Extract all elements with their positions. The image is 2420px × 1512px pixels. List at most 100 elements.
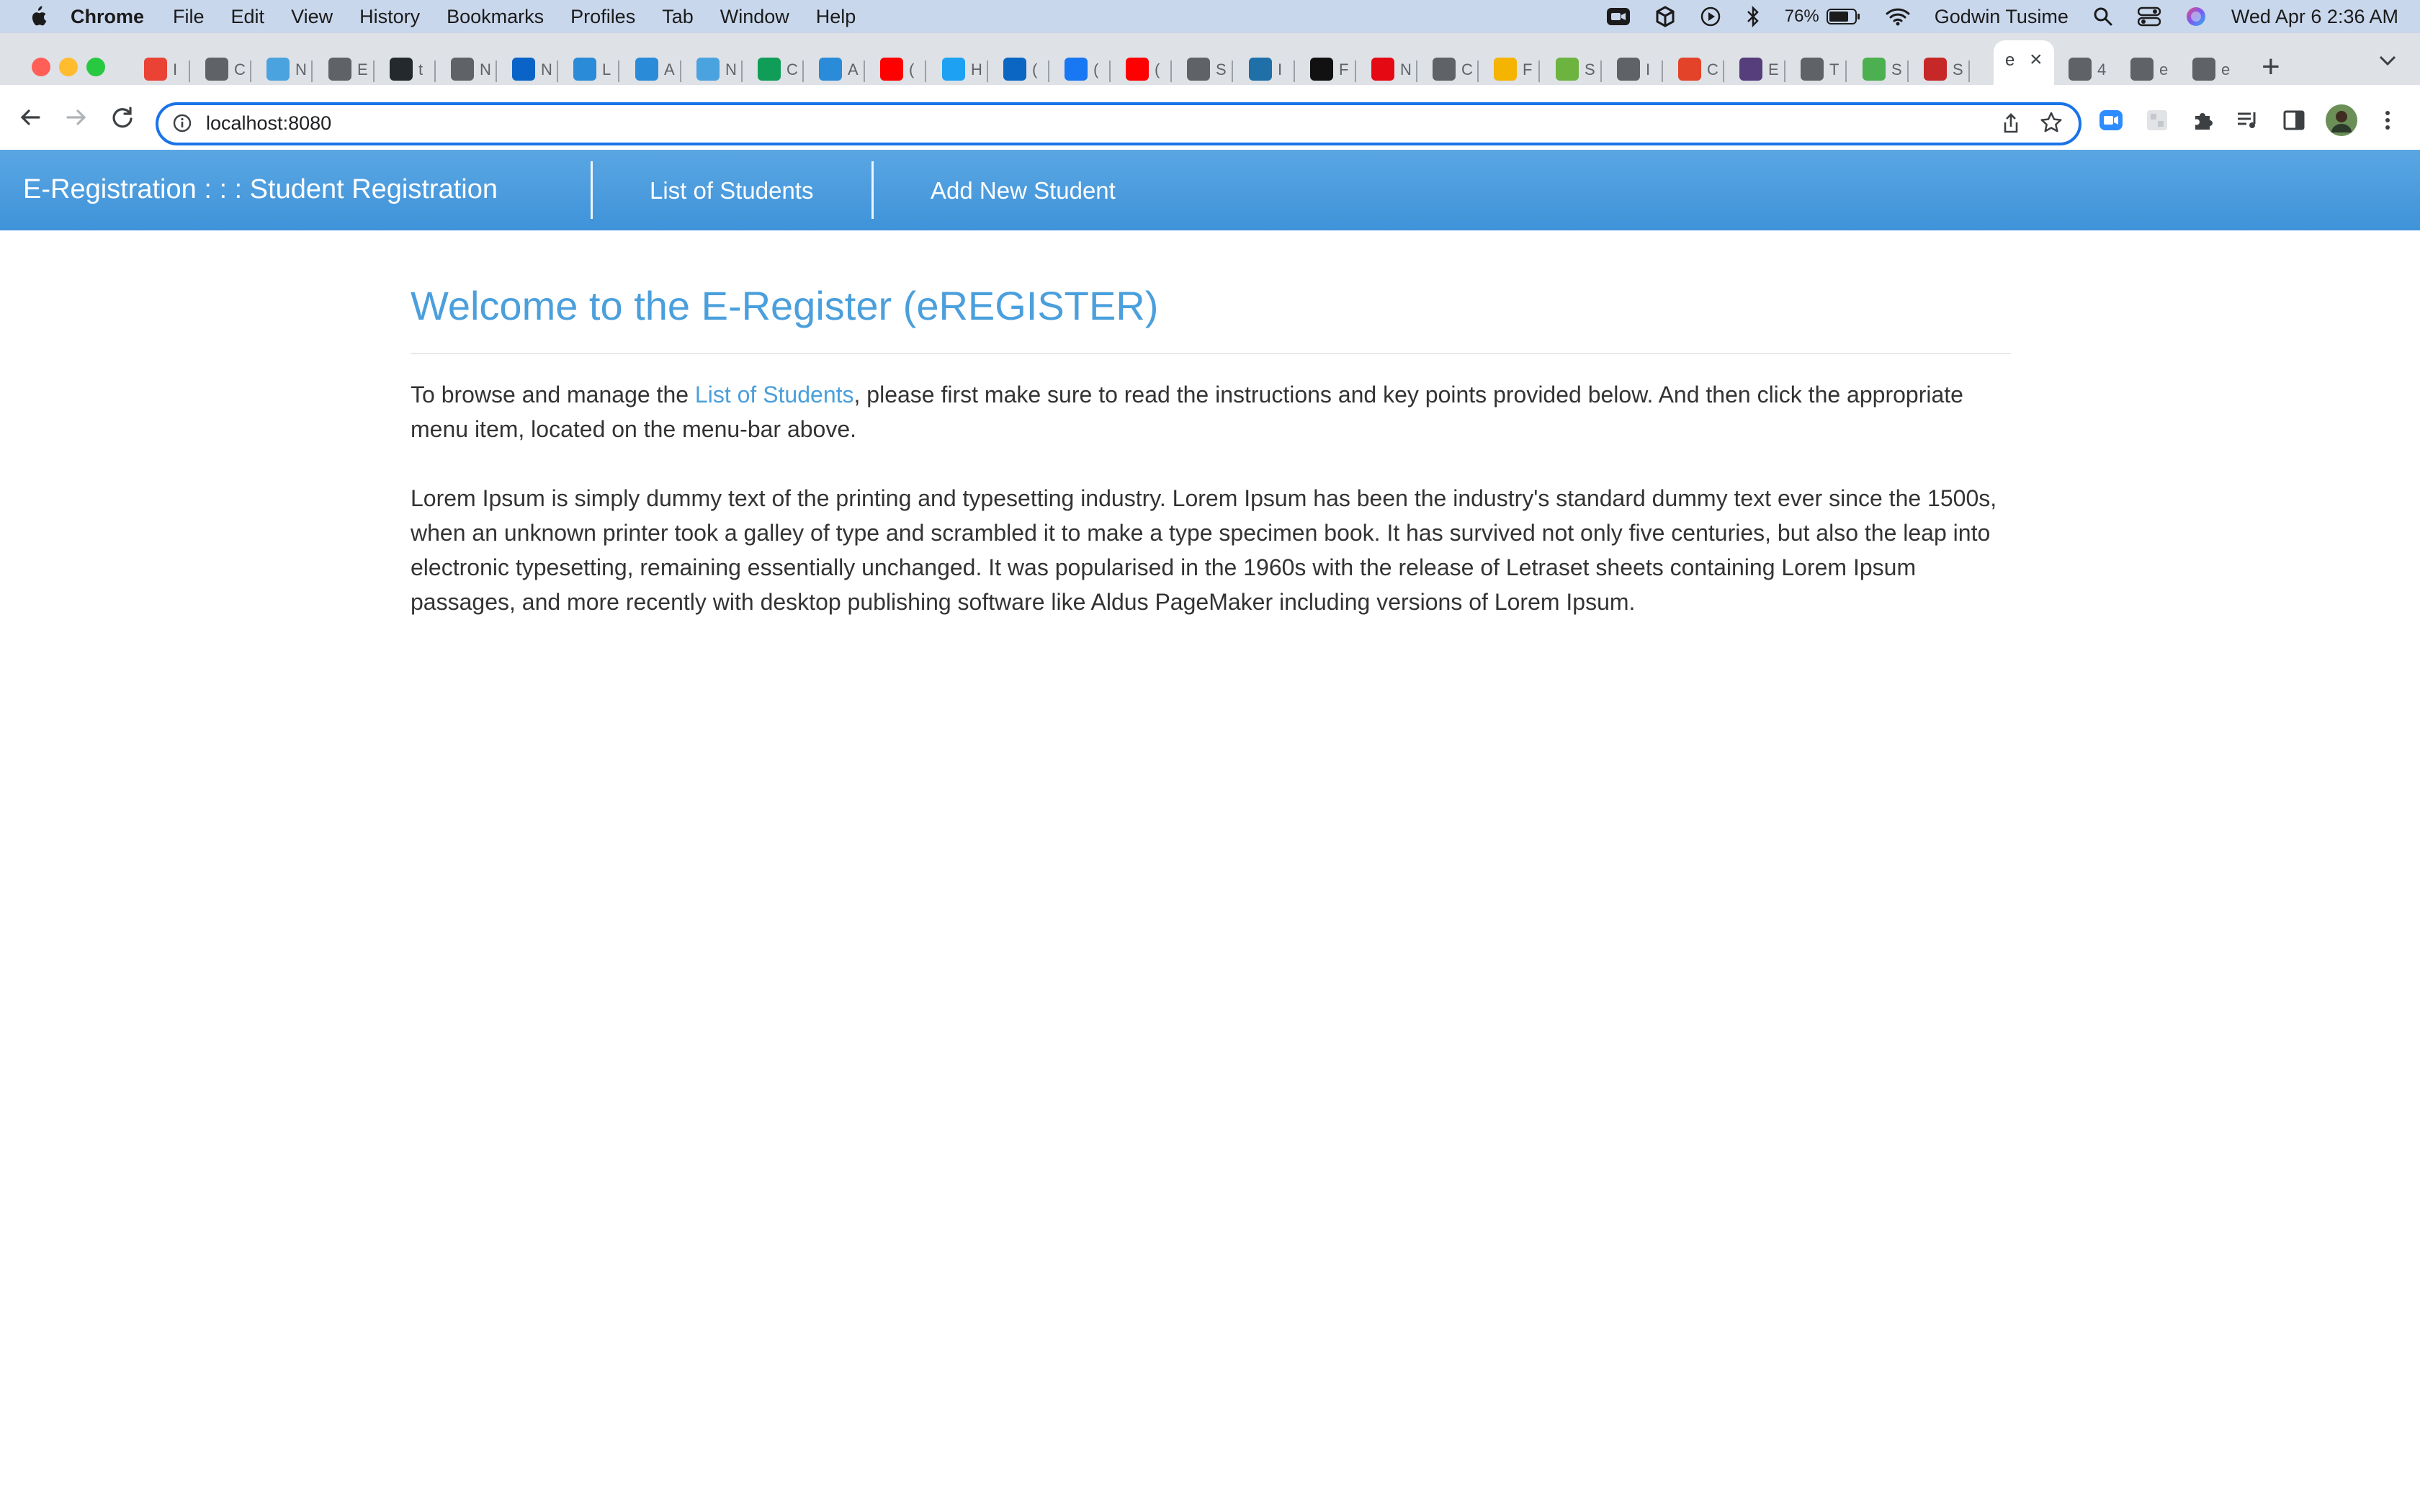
share-icon[interactable] [2001, 112, 2021, 138]
tab-title[interactable]: ( [1032, 60, 1037, 79]
close-window-button[interactable] [32, 58, 50, 76]
tab-title[interactable]: N [295, 60, 307, 79]
app-icon[interactable] [1924, 58, 1947, 81]
battery-icon[interactable] [1826, 8, 1861, 25]
globe-icon[interactable] [1617, 58, 1640, 81]
tab-title[interactable]: I [1278, 60, 1282, 79]
globe-icon[interactable] [2069, 58, 2092, 81]
netflix-icon[interactable] [1371, 58, 1394, 81]
tab-title[interactable]: t [418, 60, 423, 79]
tab-title[interactable]: E [357, 60, 368, 79]
forward-arrow-icon[interactable] [63, 104, 89, 130]
gmail-icon[interactable] [144, 58, 167, 81]
active-tab[interactable]: e × [1994, 40, 2054, 85]
tab-title[interactable]: e [2159, 60, 2168, 79]
tab-title[interactable]: T [1829, 60, 1839, 79]
globe-icon[interactable] [1801, 58, 1824, 81]
tab-title[interactable]: S [1216, 60, 1227, 79]
back-arrow-icon[interactable] [17, 104, 43, 130]
siri-icon[interactable] [2185, 6, 2207, 27]
globe-icon[interactable] [205, 58, 228, 81]
navbar-brand[interactable]: E-Registration : : : Student Registratio… [23, 174, 498, 205]
g-icon[interactable] [1494, 58, 1517, 81]
cube-icon[interactable] [1655, 6, 1675, 27]
new-tab-button[interactable]: + [2262, 49, 2280, 85]
bookmark-star-icon[interactable] [2040, 111, 2063, 138]
globe-icon[interactable] [1187, 58, 1210, 81]
menu-bookmarks[interactable]: Bookmarks [447, 6, 544, 28]
app-icon[interactable] [635, 58, 658, 81]
tab-title[interactable]: I [173, 60, 177, 79]
tab-title[interactable]: N [480, 60, 491, 79]
tab-title[interactable]: ( [1093, 60, 1098, 79]
tab-title[interactable]: C [786, 60, 798, 79]
youtube-icon[interactable] [1126, 58, 1149, 81]
menu-window[interactable]: Window [720, 6, 789, 28]
tab-title[interactable]: F [1523, 60, 1532, 79]
bootstrap-icon[interactable] [1739, 58, 1762, 81]
tab-search-chevron-icon[interactable] [2378, 55, 2397, 70]
video-icon[interactable] [1249, 58, 1272, 81]
spotlight-search-icon[interactable] [2093, 6, 2113, 27]
globe-icon[interactable] [328, 58, 351, 81]
play-circle-icon[interactable] [1700, 6, 1721, 27]
github-icon[interactable] [390, 58, 413, 81]
tab-title[interactable]: S [1953, 60, 1963, 79]
side-panel-icon[interactable] [2282, 108, 2306, 132]
menu-edit[interactable]: Edit [231, 6, 265, 28]
wifi-icon[interactable] [1886, 7, 1910, 26]
reload-icon[interactable] [109, 104, 135, 130]
list-of-students-link[interactable]: List of Students [695, 382, 854, 408]
profile-avatar[interactable] [2325, 104, 2358, 137]
app-icon[interactable] [573, 58, 596, 81]
menu-history[interactable]: History [359, 6, 420, 28]
menu-profiles[interactable]: Profiles [570, 6, 635, 28]
zoom-extension-icon[interactable] [2099, 108, 2123, 132]
menu-view[interactable]: View [291, 6, 333, 28]
menu-file[interactable]: File [173, 6, 205, 28]
youtube-icon[interactable] [880, 58, 903, 81]
media-control-icon[interactable] [2236, 108, 2260, 132]
tab-title[interactable]: A [664, 60, 675, 79]
nav-link-add-new-student[interactable]: Add New Student [931, 177, 1116, 204]
tab-title[interactable]: N [725, 60, 737, 79]
extensions-puzzle-icon[interactable] [2191, 108, 2215, 132]
apple-icon[interactable] [27, 6, 49, 27]
spring-icon[interactable] [1556, 58, 1579, 81]
bluetooth-icon[interactable] [1746, 6, 1760, 27]
tab-title[interactable]: C [234, 60, 246, 79]
globe-icon[interactable] [1433, 58, 1456, 81]
menu-tab[interactable]: Tab [662, 6, 694, 28]
tab-title[interactable]: S [1585, 60, 1595, 79]
tab-title[interactable]: L [602, 60, 611, 79]
facebook-icon[interactable] [1065, 58, 1088, 81]
tab-title[interactable]: e [2221, 60, 2230, 79]
linkedin-icon[interactable] [1003, 58, 1026, 81]
cloud-icon[interactable] [696, 58, 720, 81]
leaf-icon[interactable] [1863, 58, 1886, 81]
p-icon[interactable] [1310, 58, 1333, 81]
user-name[interactable]: Godwin Tusime [1935, 6, 2069, 28]
cloud-icon[interactable] [266, 58, 290, 81]
tab-title[interactable]: 4 [2097, 60, 2106, 79]
tab-title[interactable]: I [1646, 60, 1650, 79]
zoom-window-button[interactable] [86, 58, 105, 76]
close-tab-icon[interactable]: × [2030, 48, 2043, 72]
tab-title[interactable]: S [1891, 60, 1902, 79]
zoom-icon[interactable] [1606, 6, 1631, 27]
globe-icon[interactable] [2130, 58, 2154, 81]
extension-grid-icon[interactable] [2145, 108, 2169, 132]
tab-title[interactable]: A [848, 60, 859, 79]
site-info-icon[interactable] [173, 114, 192, 136]
url-text[interactable]: localhost:8080 [206, 112, 331, 135]
twitter-icon[interactable] [942, 58, 965, 81]
tab-title[interactable]: C [1461, 60, 1473, 79]
menu-help[interactable]: Help [816, 6, 856, 28]
address-bar[interactable]: localhost:8080 [156, 102, 2081, 145]
minimize-window-button[interactable] [59, 58, 78, 76]
tab-title[interactable]: ( [909, 60, 914, 79]
tab-title[interactable]: E [1768, 60, 1779, 79]
gitlab-icon[interactable] [1678, 58, 1701, 81]
browser-menu-icon[interactable] [2375, 108, 2400, 132]
sheets-icon[interactable] [758, 58, 781, 81]
